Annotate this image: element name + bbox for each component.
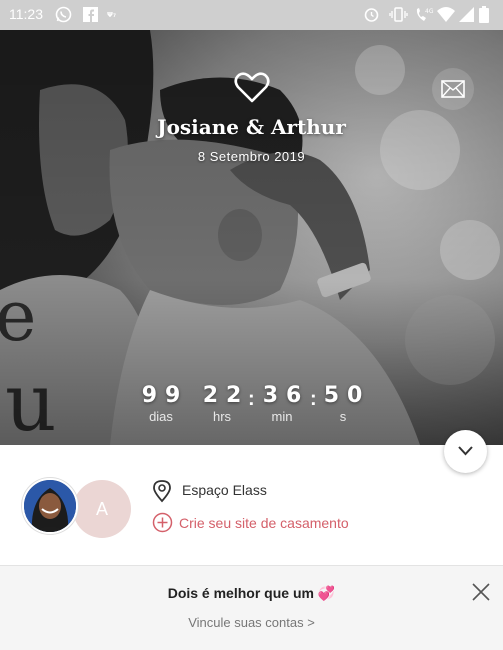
envelope-icon bbox=[441, 80, 465, 98]
countdown-hours-label: hrs bbox=[212, 409, 232, 424]
alarm-icon bbox=[364, 8, 379, 22]
wifi-icon bbox=[437, 7, 455, 22]
location-pin-icon bbox=[153, 480, 171, 503]
svg-text:Ψ₇: Ψ₇ bbox=[107, 11, 116, 19]
chevron-down-icon bbox=[458, 446, 473, 456]
countdown-seconds-value: 50 bbox=[323, 383, 371, 408]
app-icon: Ψ₇ bbox=[107, 11, 116, 19]
banner-title: Dois é melhor que um 💞 bbox=[167, 585, 336, 601]
whatsapp-icon bbox=[55, 6, 72, 23]
heart-icon bbox=[234, 72, 270, 103]
countdown-days-value: 99 bbox=[141, 383, 189, 408]
link-accounts-banner: Dois é melhor que um 💞 Vincule suas cont… bbox=[0, 565, 503, 650]
countdown-minutes: 36 min bbox=[252, 383, 312, 424]
countdown-seconds: 50 s bbox=[313, 383, 373, 424]
user-photo bbox=[24, 480, 76, 532]
call-4g-icon: 4G bbox=[416, 8, 434, 21]
countdown-days-label: dias bbox=[149, 409, 173, 424]
link-accounts-link[interactable]: Vincule suas contas > bbox=[0, 615, 503, 630]
battery-icon bbox=[479, 6, 489, 23]
hero-banner: e u Josiane & Arthur 8 Setembro 2019 99 … bbox=[0, 30, 503, 445]
partner-avatar[interactable]: A bbox=[73, 480, 131, 538]
status-time: 11:23 bbox=[9, 6, 43, 22]
status-bar: 11:23 Ψ₇ 4G bbox=[0, 0, 503, 30]
create-site-label: Crie seu site de casamento bbox=[179, 515, 349, 531]
user-avatar[interactable] bbox=[22, 478, 78, 534]
venue-name: Espaço Elass bbox=[182, 482, 267, 498]
wedding-info: A Espaço Elass Crie seu site de casament… bbox=[0, 445, 503, 565]
wedding-date: 8 Setembro 2019 bbox=[197, 149, 306, 164]
couple-names: Josiane & Arthur bbox=[157, 115, 346, 139]
countdown-hours: 22 hrs bbox=[192, 383, 252, 424]
vibrate-icon bbox=[389, 7, 408, 22]
plus-circle-icon bbox=[152, 512, 173, 533]
countdown-days: 99 dias bbox=[131, 383, 191, 424]
facebook-icon bbox=[83, 7, 98, 22]
countdown-hours-value: 22 bbox=[202, 383, 250, 408]
countdown-minutes-label: min bbox=[271, 409, 293, 424]
countdown-minutes-value: 36 bbox=[262, 383, 310, 408]
close-icon[interactable] bbox=[469, 580, 493, 604]
scroll-down-button[interactable] bbox=[444, 430, 487, 473]
countdown: 99 dias 22 hrs : 36 min : 50 s bbox=[0, 383, 503, 433]
network-label: 4G bbox=[425, 8, 434, 15]
signal-icon bbox=[459, 7, 474, 22]
countdown-seconds-label: s bbox=[339, 409, 347, 424]
message-button[interactable] bbox=[432, 68, 474, 110]
